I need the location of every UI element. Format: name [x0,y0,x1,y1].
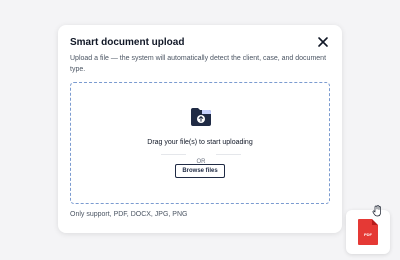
modal-title: Smart document upload [70,37,185,48]
dragged-pdf-file[interactable]: PDF [346,205,390,254]
close-button[interactable] [316,36,330,50]
pdf-file-icon: PDF [358,219,378,245]
page: Smart document upload Upload a file — th… [0,0,400,260]
browse-files-button[interactable]: Browse files [175,164,225,178]
pdf-file-label: PDF [364,232,372,237]
divider-line-right [216,154,241,155]
upload-modal: Smart document upload Upload a file — th… [58,25,342,233]
file-dropzone[interactable]: Drag your file(s) to start uploading OR … [70,82,330,204]
drag-instruction: Drag your file(s) to start uploading [147,139,253,146]
folder-upload-icon [191,108,211,126]
modal-description: Upload a file — the system will automati… [70,55,327,73]
grab-cursor-icon [372,205,381,217]
divider-line-left [161,154,186,155]
close-icon [318,37,328,47]
or-divider: OR [161,150,241,165]
supported-formats-text: Only support, PDF, DOCX, JPG, PNG [70,211,188,218]
